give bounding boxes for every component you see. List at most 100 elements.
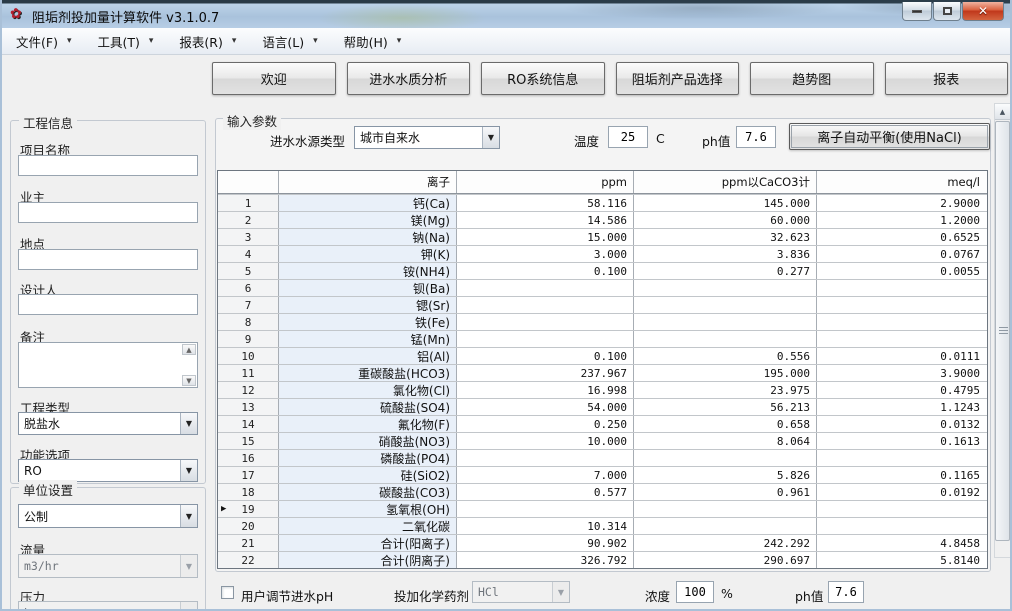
caco3-cell[interactable]: 0.961 — [634, 484, 817, 500]
vertical-scrollbar[interactable]: ▲ — [994, 103, 1011, 558]
menu-item[interactable]: 语言(L) ▾ — [256, 29, 323, 54]
water-source-select[interactable]: 城市自来水 ▼ — [354, 126, 500, 149]
caco3-cell[interactable] — [634, 518, 817, 534]
meq-cell[interactable] — [817, 297, 986, 313]
menu-item[interactable]: 报表(R) ▾ — [173, 29, 242, 54]
memo-textarea[interactable]: ▲ ▼ — [18, 342, 198, 388]
ppm-cell[interactable]: 14.586 — [457, 212, 634, 228]
project-name-input[interactable] — [18, 155, 198, 176]
table-row[interactable]: 15 硝酸盐(NO3) 10.000 8.064 0.1613 — [218, 432, 987, 449]
tab-button[interactable]: RO系统信息 — [481, 62, 605, 95]
table-row[interactable]: 16 磷酸盐(PO4) — [218, 449, 987, 466]
caco3-cell[interactable]: 23.975 — [634, 382, 817, 398]
table-row[interactable]: 11 重碳酸盐(HCO3) 237.967 195.000 3.9000 — [218, 364, 987, 381]
location-input[interactable] — [18, 249, 198, 270]
table-row[interactable]: 8 铁(Fe) — [218, 313, 987, 330]
table-row[interactable]: 7 锶(Sr) — [218, 296, 987, 313]
caco3-cell[interactable]: 0.556 — [634, 348, 817, 364]
table-row[interactable]: 13 硫酸盐(SO4) 54.000 56.213 1.1243 — [218, 398, 987, 415]
meq-cell[interactable]: 0.0111 — [817, 348, 986, 364]
caco3-cell[interactable] — [634, 314, 817, 330]
caco3-cell[interactable]: 56.213 — [634, 399, 817, 415]
ppm-cell[interactable]: 326.792 — [457, 552, 634, 568]
caco3-cell[interactable]: 60.000 — [634, 212, 817, 228]
tab-button[interactable]: 阻垢剂产品选择 — [616, 62, 740, 95]
ppm-cell[interactable]: 0.100 — [457, 348, 634, 364]
caco3-cell[interactable]: 290.697 — [634, 552, 817, 568]
ion-auto-balance-button[interactable]: 离子自动平衡(使用NaCl) — [789, 123, 990, 150]
meq-cell[interactable] — [817, 314, 986, 330]
meq-cell[interactable]: 0.0132 — [817, 416, 986, 432]
ppm-cell[interactable] — [457, 501, 634, 517]
ppm-cell[interactable]: 0.250 — [457, 416, 634, 432]
meq-cell[interactable]: 0.6525 — [817, 229, 986, 245]
meq-cell[interactable]: 3.9000 — [817, 365, 986, 381]
scroll-up-icon[interactable]: ▲ — [995, 104, 1010, 120]
ppm-cell[interactable] — [457, 331, 634, 347]
caco3-cell[interactable] — [634, 450, 817, 466]
temperature-input[interactable] — [608, 126, 648, 148]
bottom-ph-input[interactable] — [828, 581, 864, 603]
table-row[interactable]: 3 钠(Na) 15.000 32.623 0.6525 — [218, 228, 987, 245]
chemical-select[interactable]: HCl ▼ — [472, 581, 570, 603]
ppm-cell[interactable]: 15.000 — [457, 229, 634, 245]
user-adjust-ph-checkbox[interactable] — [221, 586, 234, 599]
function-option-select[interactable]: RO ▼ — [18, 459, 198, 482]
table-row[interactable]: 9 锰(Mn) — [218, 330, 987, 347]
meq-cell[interactable] — [817, 450, 986, 466]
meq-cell[interactable] — [817, 501, 986, 517]
menu-item[interactable]: 文件(F) ▾ — [10, 29, 77, 54]
caco3-cell[interactable]: 32.623 — [634, 229, 817, 245]
table-row[interactable]: 20 二氧化碳 10.314 — [218, 517, 987, 534]
ppm-cell[interactable] — [457, 297, 634, 313]
tab-button[interactable]: 进水水质分析 — [347, 62, 471, 95]
ppm-cell[interactable]: 10.314 — [457, 518, 634, 534]
ppm-cell[interactable] — [457, 314, 634, 330]
caco3-cell[interactable]: 5.826 — [634, 467, 817, 483]
ph-input[interactable] — [736, 126, 776, 148]
table-row[interactable]: 10 铝(Al) 0.100 0.556 0.0111 — [218, 347, 987, 364]
tab-button[interactable]: 趋势图 — [750, 62, 874, 95]
scrollbar-thumb[interactable] — [995, 121, 1010, 541]
ppm-cell[interactable]: 10.000 — [457, 433, 634, 449]
table-row[interactable]: 5 铵(NH4) 0.100 0.277 0.0055 — [218, 262, 987, 279]
table-row[interactable]: 22 合计(阴离子) 326.792 290.697 5.8140 — [218, 551, 987, 568]
ppm-cell[interactable]: 3.000 — [457, 246, 634, 262]
table-row[interactable]: 17 硅(SiO2) 7.000 5.826 0.1165 — [218, 466, 987, 483]
meq-cell[interactable]: 1.2000 — [817, 212, 986, 228]
meq-cell[interactable]: 0.1613 — [817, 433, 986, 449]
meq-cell[interactable] — [817, 518, 986, 534]
caco3-cell[interactable] — [634, 501, 817, 517]
designer-input[interactable] — [18, 294, 198, 315]
minimize-button[interactable] — [902, 2, 932, 21]
menu-item[interactable]: 工具(T) ▾ — [91, 29, 159, 54]
caco3-cell[interactable] — [634, 331, 817, 347]
project-type-select[interactable]: 脱盐水 ▼ — [18, 412, 198, 435]
meq-cell[interactable]: 5.8140 — [817, 552, 986, 568]
maximize-button[interactable] — [933, 2, 961, 21]
ppm-cell[interactable]: 0.577 — [457, 484, 634, 500]
table-row[interactable]: 14 氟化物(F) 0.250 0.658 0.0132 — [218, 415, 987, 432]
meq-cell[interactable]: 0.1165 — [817, 467, 986, 483]
ppm-cell[interactable]: 90.902 — [457, 535, 634, 551]
unit-system-select[interactable]: 公制 ▼ — [18, 504, 198, 528]
table-row[interactable]: 21 合计(阳离子) 90.902 242.292 4.8458 — [218, 534, 987, 551]
meq-cell[interactable] — [817, 280, 986, 296]
close-button[interactable]: ✕ — [962, 2, 1004, 21]
table-row[interactable]: 18 碳酸盐(CO3) 0.577 0.961 0.0192 — [218, 483, 987, 500]
scroll-up-icon[interactable]: ▲ — [182, 344, 196, 355]
table-row[interactable]: 6 钡(Ba) — [218, 279, 987, 296]
ppm-cell[interactable]: 0.100 — [457, 263, 634, 279]
owner-input[interactable] — [18, 202, 198, 223]
caco3-cell[interactable] — [634, 297, 817, 313]
concentration-input[interactable] — [676, 581, 714, 603]
table-row[interactable]: ▶19 氢氧根(OH) — [218, 500, 987, 517]
table-row[interactable]: 12 氯化物(Cl) 16.998 23.975 0.4795 — [218, 381, 987, 398]
caco3-cell[interactable]: 242.292 — [634, 535, 817, 551]
meq-cell[interactable] — [817, 331, 986, 347]
caco3-cell[interactable]: 0.658 — [634, 416, 817, 432]
meq-cell[interactable]: 1.1243 — [817, 399, 986, 415]
meq-cell[interactable]: 0.0055 — [817, 263, 986, 279]
ppm-cell[interactable]: 16.998 — [457, 382, 634, 398]
tab-button[interactable]: 欢迎 — [212, 62, 336, 95]
